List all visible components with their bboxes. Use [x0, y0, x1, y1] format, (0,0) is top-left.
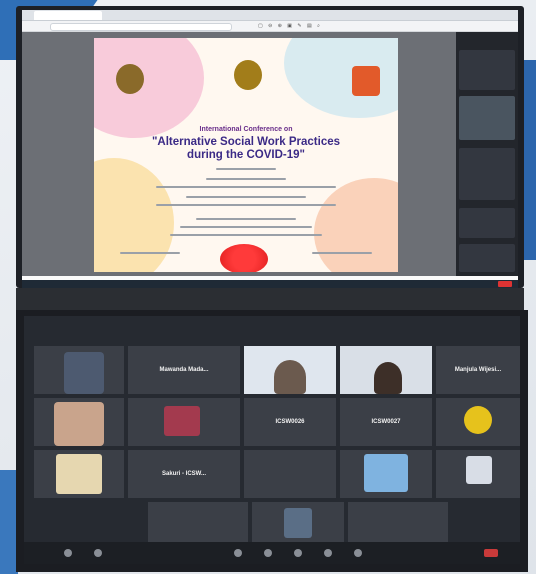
cert-text-line	[156, 186, 336, 188]
chat-icon[interactable]	[264, 549, 272, 557]
participant-photo	[466, 456, 492, 484]
video-tile[interactable]	[436, 398, 520, 446]
splash-yellow	[94, 158, 174, 272]
video-tile[interactable]: ICSW0027	[340, 398, 432, 446]
meeting-toolbar	[22, 280, 518, 288]
video-tile-active[interactable]	[244, 346, 336, 394]
participant-photo	[284, 508, 312, 538]
cert-text-line	[180, 226, 312, 228]
participant-name: ICSW0027	[371, 419, 401, 426]
participant-tile[interactable]	[459, 50, 515, 90]
address-bar: ▢ ⊖ ⊕ ▣ ✎ ▤ ⌕	[22, 21, 518, 32]
participant-photo	[56, 454, 102, 494]
video-tile[interactable]	[348, 502, 448, 542]
video-tile[interactable]: Mawanda Mada...	[128, 346, 240, 394]
certificate: International Conference on "Alternative…	[94, 38, 398, 272]
photo-background: ▢ ⊖ ⊕ ▣ ✎ ▤ ⌕ International Conference o…	[0, 0, 536, 574]
browser-tab[interactable]	[34, 11, 102, 20]
video-icon[interactable]	[94, 549, 102, 557]
participant-photo	[64, 352, 104, 394]
participant-tile[interactable]	[459, 96, 515, 140]
upper-laptop-screen: ▢ ⊖ ⊕ ▣ ✎ ▤ ⌕ International Conference o…	[16, 6, 524, 288]
end-meeting-button[interactable]	[484, 549, 498, 557]
video-tile[interactable]	[340, 450, 432, 498]
participant-photo	[54, 402, 104, 446]
cert-text-line	[170, 234, 322, 236]
video-tile[interactable]	[34, 450, 124, 498]
cert-text-line	[206, 178, 286, 180]
participant-name: Manjula Wijesi...	[454, 367, 502, 374]
video-tile[interactable]	[148, 502, 248, 542]
red-seal	[220, 244, 268, 272]
record-icon[interactable]	[324, 549, 332, 557]
video-tile[interactable]	[252, 502, 344, 542]
cert-date-line	[216, 168, 276, 170]
share-screen-icon[interactable]	[294, 549, 302, 557]
lower-laptop-screen: Mawanda Mada... Manjula Wijesi... ICSW00…	[16, 310, 528, 572]
right-logo-icon	[352, 66, 380, 96]
cert-title-line1: "Alternative Social Work Practices	[151, 136, 341, 148]
participant-name: ICSW0026	[275, 419, 305, 426]
video-tile[interactable]	[436, 450, 520, 498]
participant-tile[interactable]	[459, 208, 515, 238]
participant-photo	[274, 360, 306, 394]
browser-window: ▢ ⊖ ⊕ ▣ ✎ ▤ ⌕ International Conference o…	[22, 10, 518, 280]
participant-photo	[364, 454, 408, 492]
participant-photo	[374, 362, 402, 394]
pdf-viewer: International Conference on "Alternative…	[22, 32, 456, 276]
laptop-hinge	[16, 288, 524, 310]
cert-title-line2: during the COVID-19"	[187, 149, 305, 161]
video-tile[interactable]	[34, 398, 124, 446]
center-emblem-icon	[234, 60, 262, 90]
video-tile[interactable]: Sakuri - ICSW...	[128, 450, 240, 498]
participant-name: Sakuri - ICSW...	[161, 471, 206, 478]
mute-icon[interactable]	[64, 549, 72, 557]
reactions-icon[interactable]	[354, 549, 362, 557]
video-tile-active[interactable]	[340, 346, 432, 394]
participant-name: Mawanda Mada...	[159, 367, 209, 374]
left-emblem-icon	[116, 64, 144, 94]
zoom-gallery: Mawanda Mada... Manjula Wijesi... ICSW00…	[24, 316, 520, 564]
participant-tile[interactable]	[459, 244, 515, 272]
signature-right	[312, 252, 372, 254]
splash-orange	[314, 178, 398, 272]
avatar	[464, 406, 492, 434]
zoom-control-bar	[24, 542, 520, 564]
cert-text-line	[156, 204, 336, 206]
splash-pink	[94, 38, 204, 138]
participant-tile[interactable]	[459, 148, 515, 200]
pdf-toolbar[interactable]: ▢ ⊖ ⊕ ▣ ✎ ▤ ⌕	[258, 23, 322, 29]
cert-text-line	[186, 196, 306, 198]
splash-blue	[284, 38, 398, 118]
leave-button[interactable]	[498, 281, 512, 287]
participant-photo	[164, 406, 200, 436]
cert-text-line	[196, 218, 296, 220]
participant-panel	[456, 32, 518, 276]
signature-left	[120, 252, 180, 254]
participants-icon[interactable]	[234, 549, 242, 557]
url-field[interactable]	[50, 23, 232, 31]
video-tile[interactable]: ICSW0026	[244, 398, 336, 446]
video-tile[interactable]	[244, 450, 336, 498]
video-tile[interactable]	[34, 346, 124, 394]
tab-bar	[22, 10, 518, 21]
cert-heading: International Conference on	[199, 126, 293, 133]
video-tile[interactable]: Manjula Wijesi...	[436, 346, 520, 394]
video-tile[interactable]	[128, 398, 240, 446]
